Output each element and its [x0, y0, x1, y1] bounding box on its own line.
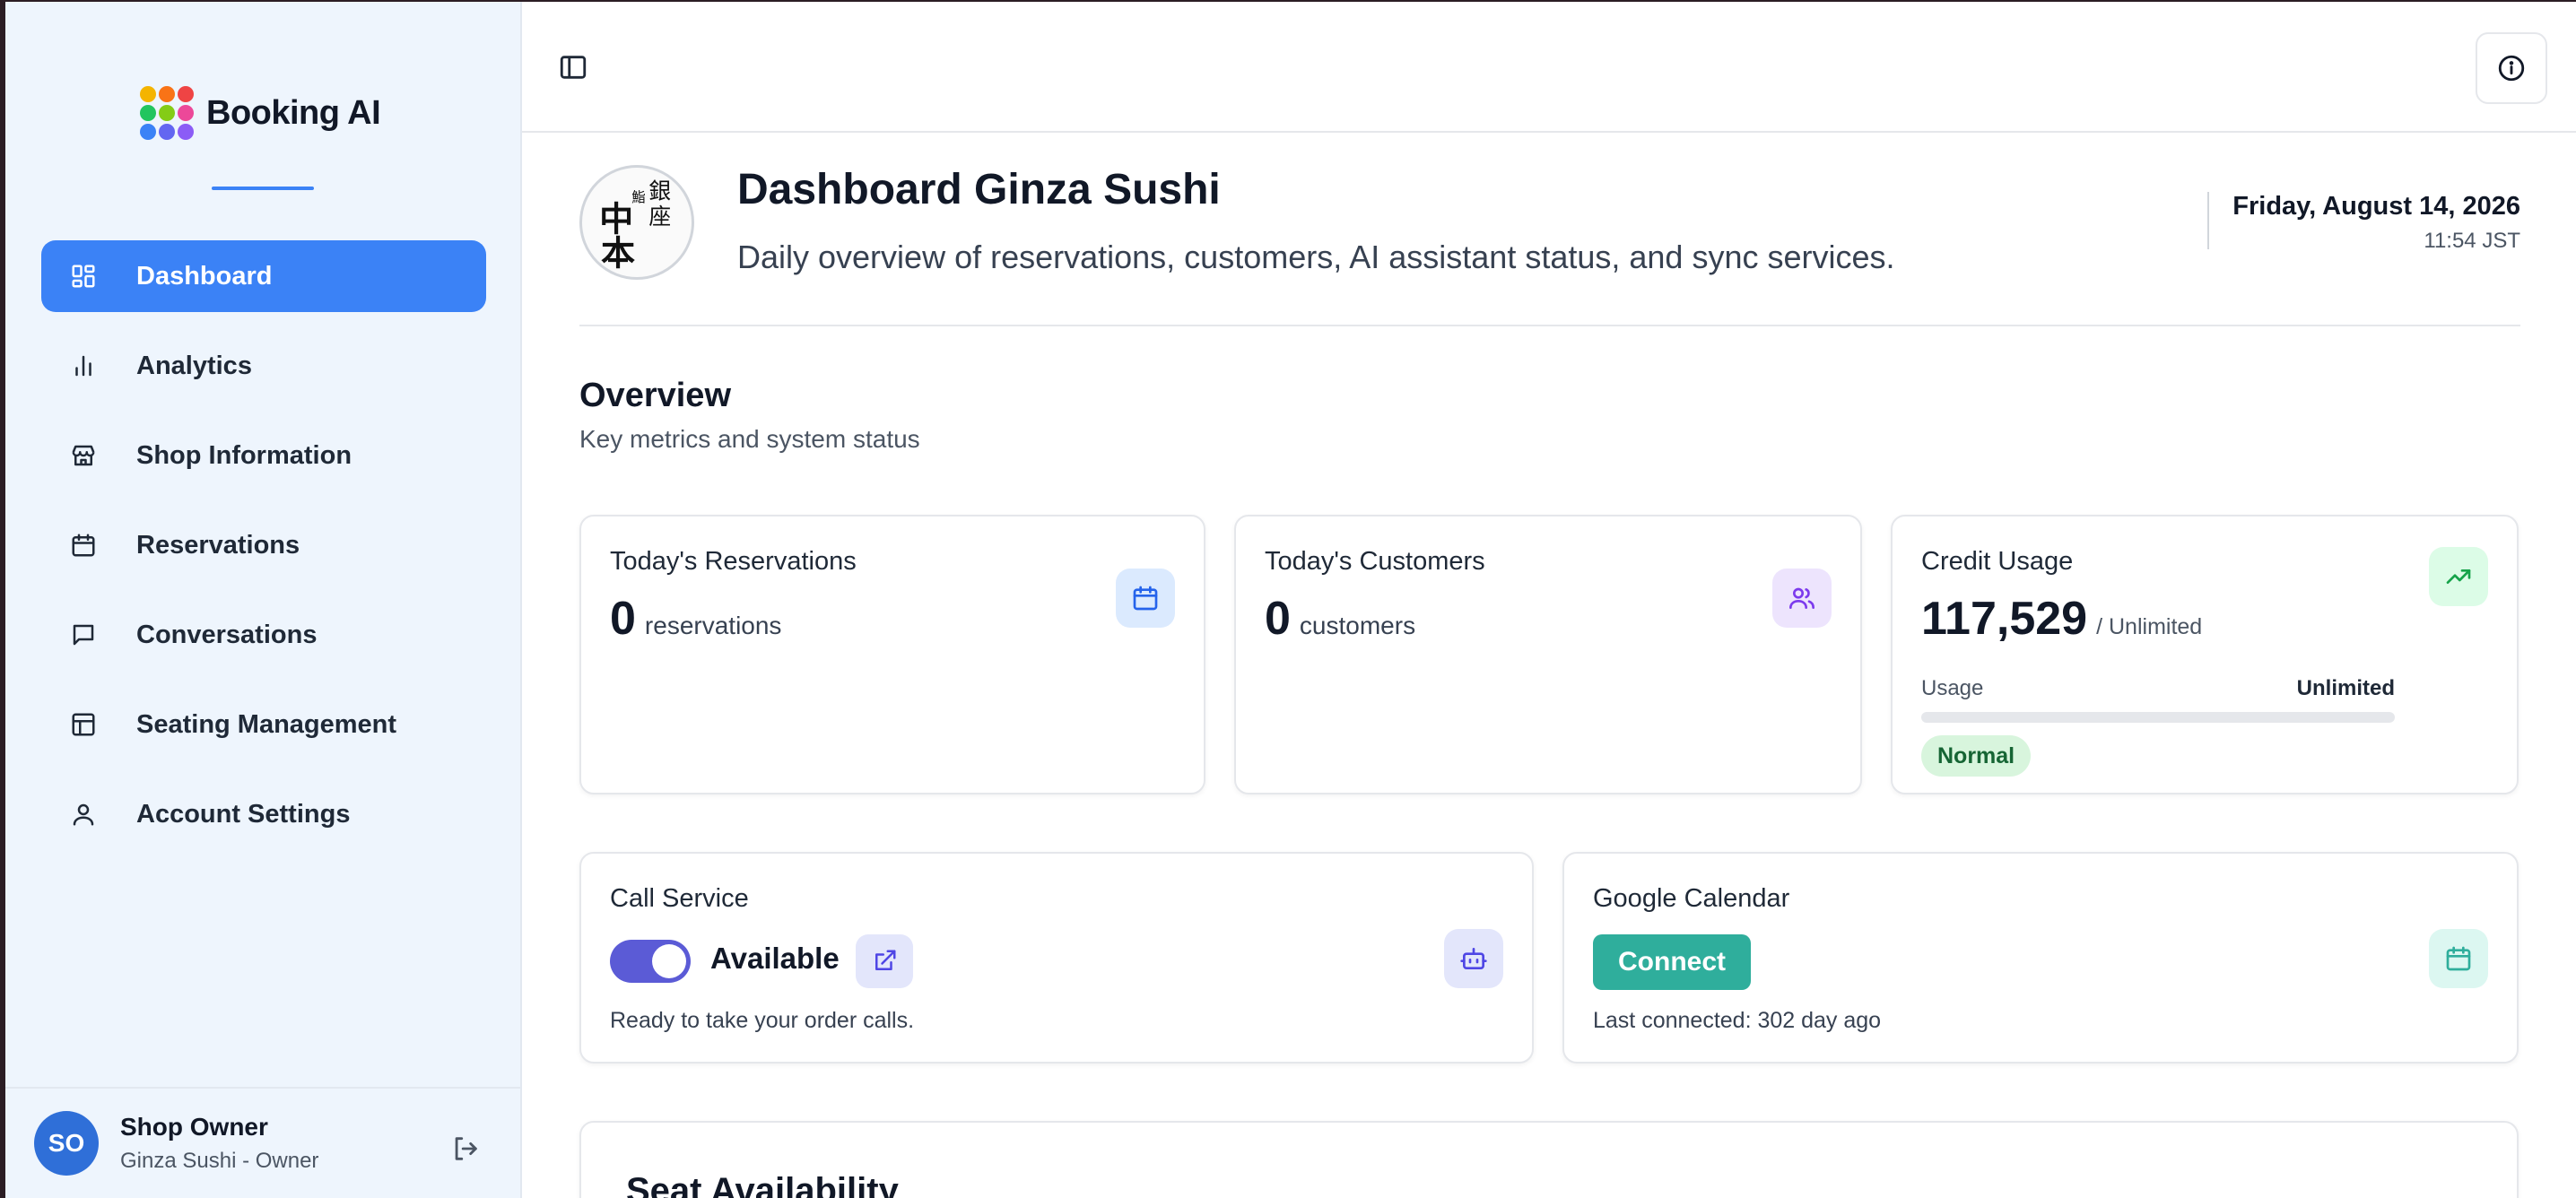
sidebar-item-label: Reservations: [136, 530, 300, 560]
shop-logo-icon: 中 本 銀 座 鮨: [579, 165, 694, 280]
card-value: 0 customers: [1265, 592, 1415, 646]
status-badge: Normal: [1921, 735, 2032, 777]
toggle-knob: [652, 944, 686, 978]
credit-usage-card: Credit Usage 117,529 / Unlimited Usage U…: [1891, 515, 2519, 794]
credit-limit: / Unlimited: [2096, 614, 2203, 639]
main-content: 中 本 銀 座 鮨 Dashboard Ginza Sushi Daily ov…: [522, 2, 2576, 1198]
call-service-note: Ready to take your order calls.: [610, 1008, 915, 1033]
customers-unit: customers: [1299, 612, 1416, 639]
trending-up-icon: [2429, 547, 2488, 606]
google-calendar-note: Last connected: 302 day ago: [1593, 1008, 1882, 1033]
sidebar-item-reservations[interactable]: Reservations: [41, 509, 486, 581]
info-button[interactable]: [2476, 32, 2547, 104]
sidebar-item-account-settings[interactable]: Account Settings: [41, 778, 486, 850]
call-service-card: Call Service Available Ready to take you…: [579, 852, 1534, 1063]
card-label: Call Service: [610, 884, 749, 913]
seat-availability-title: Seat Availability: [626, 1171, 899, 1198]
call-service-toggle[interactable]: [610, 940, 691, 983]
sidebar-item-seating-management[interactable]: Seating Management: [41, 689, 486, 760]
sidebar-item-label: Dashboard: [136, 261, 273, 291]
sidebar-toggle-icon[interactable]: [558, 52, 588, 82]
sidebar-item-label: Analytics: [136, 351, 252, 380]
sidebar-item-label: Conversations: [136, 620, 318, 649]
page-header: 中 本 銀 座 鮨 Dashboard Ginza Sushi Daily ov…: [579, 133, 2520, 326]
sidebar-item-label: Account Settings: [136, 799, 351, 829]
seat-availability-card: Seat Availability: [579, 1121, 2519, 1198]
date-display: Friday, August 14, 2026 11:54 JST: [2207, 192, 2520, 253]
page-subtitle: Daily overview of reservations, customer…: [737, 239, 1895, 275]
sidebar-nav: Dashboard Analytics Shop Information Res…: [41, 240, 486, 868]
reservations-unit: reservations: [644, 612, 782, 639]
dashboard-content: 中 本 銀 座 鮨 Dashboard Ginza Sushi Daily ov…: [579, 133, 2520, 1198]
current-date: Friday, August 14, 2026: [2232, 192, 2520, 221]
usage-progress-bar: [1921, 712, 2395, 723]
connect-button[interactable]: Connect: [1593, 934, 1751, 990]
users-icon: [1772, 569, 1832, 628]
top-bar: [522, 2, 2576, 133]
sidebar-item-dashboard[interactable]: Dashboard: [41, 240, 486, 312]
credit-count: 117,529: [1921, 593, 2088, 645]
card-label: Credit Usage: [1921, 547, 2074, 576]
svg-text:本: 本: [601, 233, 635, 273]
logo-dots-icon: [140, 86, 194, 140]
external-link-icon: [875, 950, 896, 970]
sidebar-item-conversations[interactable]: Conversations: [41, 599, 486, 671]
sidebar: Booking AI Dashboard Analytics Shop Info…: [5, 2, 522, 1198]
info-icon: [2498, 55, 2525, 82]
sidebar-item-label: Shop Information: [136, 440, 352, 470]
card-value: 117,529 / Unlimited: [1921, 592, 2202, 646]
svg-text:鮨: 鮨: [631, 189, 645, 205]
current-time: 11:54 JST: [2424, 229, 2520, 253]
card-label: Today's Reservations: [610, 547, 857, 576]
sidebar-item-analytics[interactable]: Analytics: [41, 330, 486, 402]
user-role: Ginza Sushi - Owner: [120, 1149, 319, 1173]
chat-bubble-icon: [68, 620, 99, 650]
user-icon: [68, 799, 99, 829]
calendar-icon: [68, 530, 99, 560]
app-window: Booking AI Dashboard Analytics Shop Info…: [5, 2, 2576, 1198]
usage-row: Usage Unlimited: [1921, 676, 2395, 701]
reservations-card: Today's Reservations 0 reservations: [579, 515, 1205, 794]
open-call-service-button[interactable]: [856, 934, 913, 988]
page-title: Dashboard Ginza Sushi: [737, 166, 1221, 213]
dashboard-grid-icon: [68, 261, 99, 291]
call-service-status: Available: [710, 942, 840, 975]
overview-title: Overview: [579, 377, 731, 414]
customers-card: Today's Customers 0 customers: [1234, 515, 1862, 794]
sidebar-item-label: Seating Management: [136, 709, 397, 739]
calendar-icon: [1116, 569, 1175, 628]
sidebar-item-shop-information[interactable]: Shop Information: [41, 420, 486, 491]
layout-icon: [68, 709, 99, 740]
store-icon: [68, 440, 99, 471]
reservations-count: 0: [610, 593, 636, 645]
app-logo[interactable]: Booking AI: [140, 86, 381, 140]
logout-icon[interactable]: [450, 1133, 481, 1164]
usage-label: Usage: [1921, 676, 1984, 700]
svg-text:座: 座: [648, 204, 671, 230]
calendar-icon: [2429, 929, 2488, 988]
card-value: 0 reservations: [610, 592, 781, 646]
google-calendar-card: Google Calendar Connect Last connected: …: [1562, 852, 2519, 1063]
user-profile: SO Shop Owner Ginza Sushi - Owner: [5, 1087, 520, 1198]
avatar[interactable]: SO: [34, 1111, 99, 1176]
svg-text:銀: 銀: [648, 178, 671, 204]
user-info: Shop Owner Ginza Sushi - Owner: [120, 1113, 318, 1174]
card-label: Google Calendar: [1593, 884, 1790, 913]
bar-chart-icon: [68, 351, 99, 381]
overview-subtitle: Key metrics and system status: [579, 425, 920, 453]
user-name: Shop Owner: [120, 1113, 268, 1141]
customers-count: 0: [1265, 593, 1291, 645]
app-name: Booking AI: [206, 93, 381, 132]
card-label: Today's Customers: [1265, 547, 1485, 576]
bot-icon: [1444, 929, 1503, 988]
logo-underline: [212, 187, 314, 190]
usage-value: Unlimited: [2296, 676, 2395, 700]
